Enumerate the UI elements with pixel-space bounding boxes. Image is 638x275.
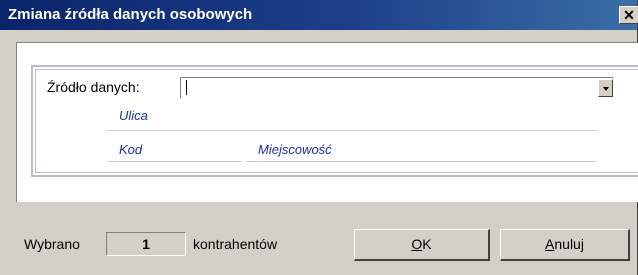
close-icon[interactable]: ✕ xyxy=(619,6,638,24)
dialog-window: Zmiana źródła danych osobowych ✕ Źródło … xyxy=(0,0,638,275)
dropdown-arrow-icon[interactable] xyxy=(598,79,613,97)
source-combobox[interactable] xyxy=(180,77,614,99)
ok-label-rest: K xyxy=(422,236,432,252)
street-separator xyxy=(107,130,597,131)
selected-suffix: kontrahentów xyxy=(193,236,278,252)
window-title: Zmiana źródła danych osobowych xyxy=(8,6,253,23)
ok-mnemonic: O xyxy=(411,236,423,252)
selected-count: 1 xyxy=(106,232,186,256)
city-separator xyxy=(246,161,597,162)
ok-button[interactable]: OK xyxy=(354,229,490,261)
selected-prefix: Wybrano xyxy=(24,236,80,252)
text-caret xyxy=(186,80,187,95)
zip-label: Kod xyxy=(119,142,143,157)
street-label: Ulica xyxy=(119,108,148,123)
cancel-button[interactable]: Anuluj xyxy=(500,229,630,261)
title-bar[interactable]: Zmiana źródła danych osobowych ✕ xyxy=(0,0,638,30)
city-label: Miejscowość xyxy=(258,142,332,157)
cancel-label-rest: nuluj xyxy=(554,236,584,252)
source-label: Źródło danych: xyxy=(47,79,140,95)
zip-separator xyxy=(107,161,242,162)
cancel-mnemonic: A xyxy=(545,236,555,252)
